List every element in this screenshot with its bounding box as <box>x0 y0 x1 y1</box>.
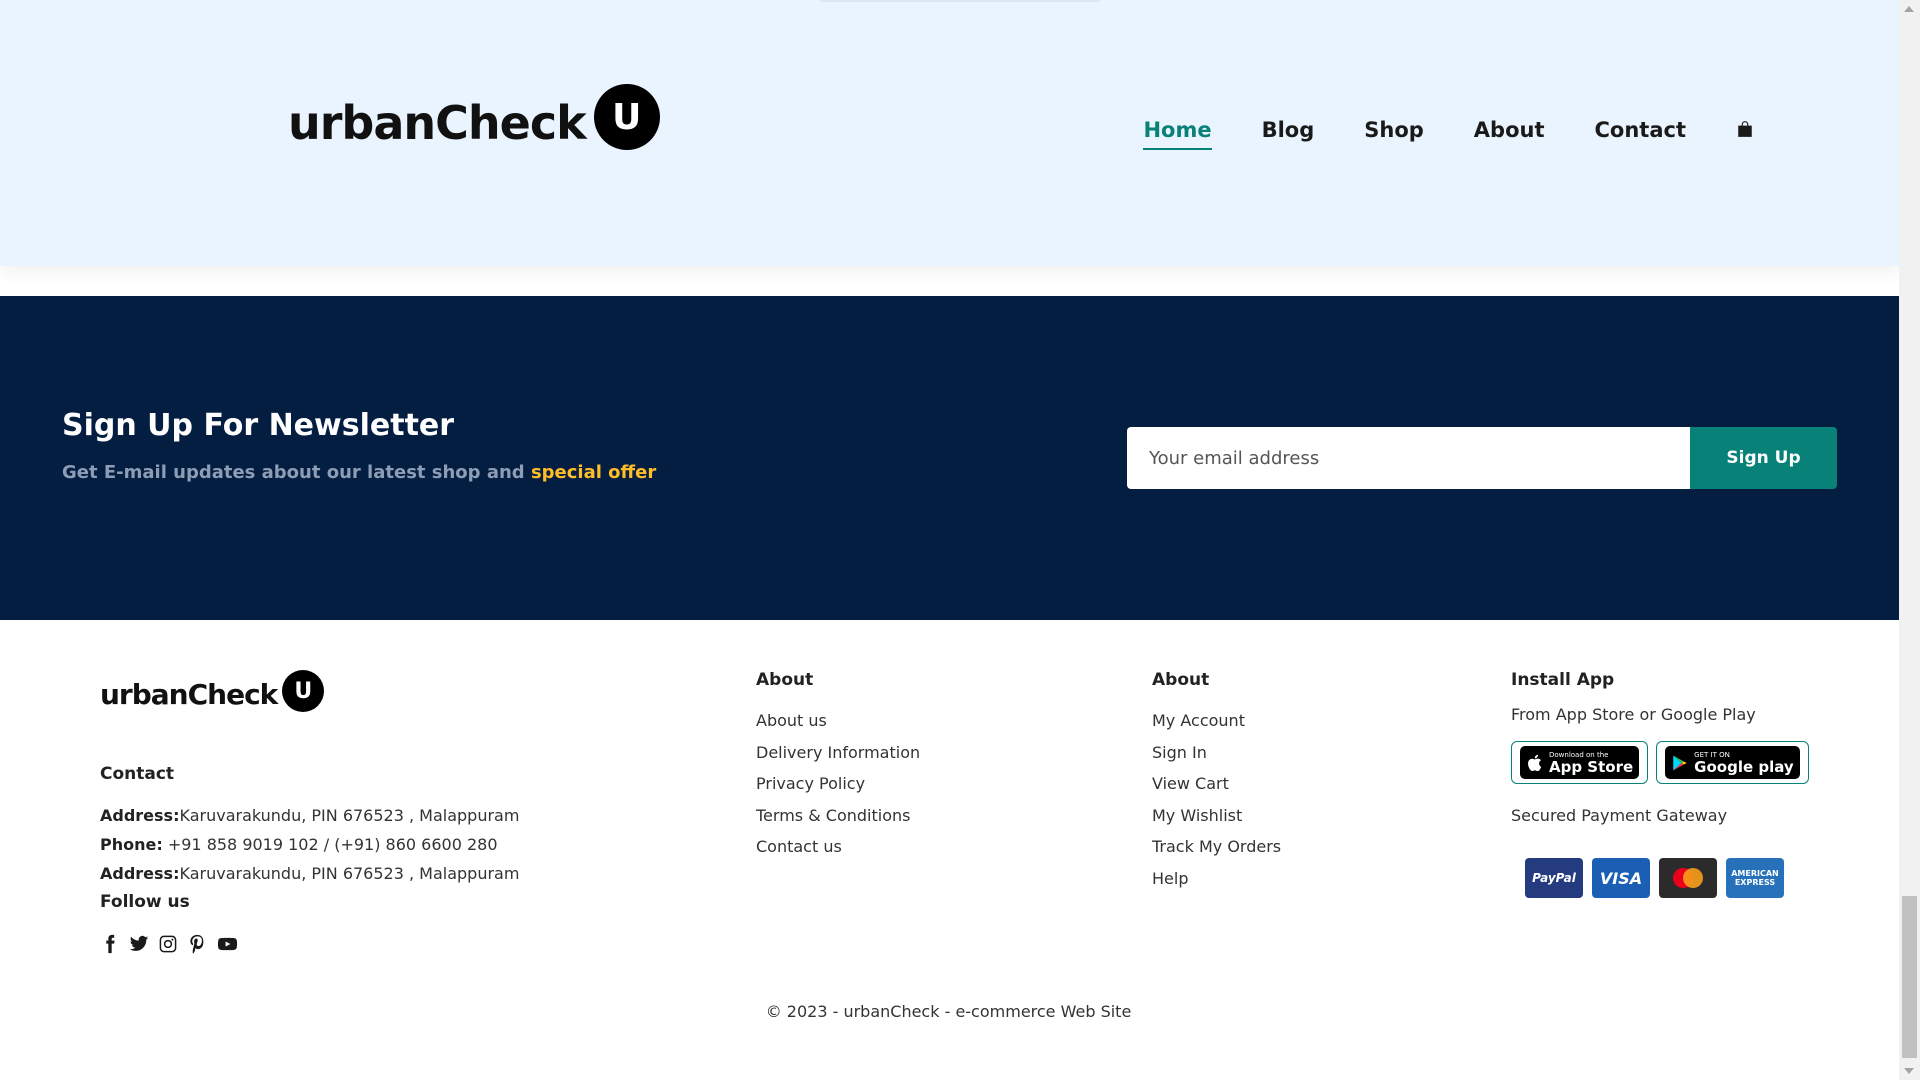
sign-up-button[interactable]: Sign Up <box>1690 427 1837 489</box>
address-line: Address:Karuvarakundu, PIN 676523 , Mala… <box>100 801 519 830</box>
address-line-2: Address:Karuvarakundu, PIN 676523 , Mala… <box>100 859 519 888</box>
footer-logo-text: urbanCheck <box>100 677 278 711</box>
scrollbar-thumb[interactable] <box>1902 896 1917 1058</box>
link-track-my-orders[interactable]: Track My Orders <box>1152 831 1281 863</box>
phone-value: +91 858 9019 102 / (+91) 860 6600 280 <box>162 835 498 854</box>
nav-home[interactable]: Home <box>1143 118 1212 150</box>
amex-logo: AMERICAN EXPRESS <box>1726 858 1784 898</box>
newsletter-form: Sign Up <box>1127 427 1837 489</box>
social-links <box>100 934 519 954</box>
payment-methods: PayPal VISA AMERICAN EXPRESS <box>1525 858 1817 898</box>
app-store-badge[interactable]: Download on the App Store <box>1511 741 1649 784</box>
google-play-badge[interactable]: GET IT ON Google play <box>1656 741 1809 784</box>
site-header: urbanCheck U Home Blog Shop About Contac… <box>0 0 1899 266</box>
newsletter-subtitle-text: Get E-mail updates about our latest shop… <box>62 462 531 483</box>
nav-contact[interactable]: Contact <box>1595 118 1687 142</box>
shopping-bag-icon[interactable] <box>1736 120 1754 138</box>
link-delivery-information[interactable]: Delivery Information <box>756 737 920 769</box>
email-input[interactable] <box>1127 427 1690 489</box>
nav-blog[interactable]: Blog <box>1262 118 1315 142</box>
install-app-heading: Install App <box>1511 670 1615 690</box>
link-terms-conditions[interactable]: Terms & Conditions <box>756 800 920 832</box>
secured-payment-text: Secured Payment Gateway <box>1511 806 1728 825</box>
contact-block: Contact Address:Karuvarakundu, PIN 67652… <box>100 764 519 954</box>
account-heading: About <box>1152 670 1210 690</box>
paypal-logo: PayPal <box>1525 858 1583 898</box>
youtube-icon[interactable] <box>216 934 239 954</box>
newsletter-subtitle: Get E-mail updates about our latest shop… <box>62 462 656 483</box>
facebook-icon[interactable] <box>100 934 120 954</box>
newsletter-title: Sign Up For Newsletter <box>62 408 455 443</box>
link-my-wishlist[interactable]: My Wishlist <box>1152 800 1281 832</box>
site-logo[interactable]: urbanCheck U <box>288 84 660 150</box>
store-badges: Download on the App Store GET IT ON Goog… <box>1511 741 1817 784</box>
link-sign-in[interactable]: Sign In <box>1152 737 1281 769</box>
footer-logo[interactable]: urbanCheck U <box>100 670 325 712</box>
copyright-text: © 2023 - urbanCheck - e-commerce Web Sit… <box>0 1002 1899 1021</box>
twitter-icon[interactable] <box>129 934 149 954</box>
link-about-us[interactable]: About us <box>756 705 920 737</box>
page-scrollbar[interactable] <box>1899 0 1920 1080</box>
install-app-subtitle: From App Store or Google Play <box>1511 705 1756 724</box>
install-app-column: Install App From App Store or Google Pla… <box>1511 670 1817 898</box>
google-play-big-text: Google play <box>1694 757 1794 776</box>
account-column: About My Account Sign In View Cart My Wi… <box>1152 670 1281 894</box>
contact-heading: Contact <box>100 764 175 784</box>
link-help[interactable]: Help <box>1152 863 1281 895</box>
header-divider <box>820 0 1100 2</box>
nav-about[interactable]: About <box>1474 118 1545 142</box>
main-nav: Home Blog Shop About Contact <box>1093 118 1754 150</box>
about-heading: About <box>756 670 814 690</box>
address2-value: Karuvarakundu, PIN 676523 , Malappuram <box>179 864 520 883</box>
link-privacy-policy[interactable]: Privacy Policy <box>756 768 920 800</box>
scroll-up-arrow-icon[interactable] <box>1904 6 1914 12</box>
site-footer: urbanCheck U Contact Address:Karuvarakun… <box>0 620 1899 1080</box>
nav-shop[interactable]: Shop <box>1364 118 1424 142</box>
link-contact-us[interactable]: Contact us <box>756 831 920 863</box>
address-value: Karuvarakundu, PIN 676523 , Malappuram <box>179 806 520 825</box>
google-play-icon <box>1673 755 1687 770</box>
instagram-icon[interactable] <box>158 934 178 954</box>
special-offer-highlight: special offer <box>530 462 657 483</box>
phone-label: Phone: <box>100 835 163 854</box>
footer-logo-badge: U <box>282 670 325 712</box>
copyright-value: © 2023 - urbanCheck - e-commerce Web Sit… <box>765 1002 1132 1021</box>
address2-label: Address: <box>100 864 180 883</box>
pinterest-icon[interactable] <box>187 934 207 954</box>
visa-logo: VISA <box>1592 858 1650 898</box>
app-store-big-text: App Store <box>1549 757 1634 776</box>
address-label: Address: <box>100 806 180 825</box>
link-my-account[interactable]: My Account <box>1152 705 1281 737</box>
link-view-cart[interactable]: View Cart <box>1152 768 1281 800</box>
newsletter-section: Sign Up For Newsletter Get E-mail update… <box>0 296 1899 620</box>
scroll-down-arrow-icon[interactable] <box>1904 1068 1914 1074</box>
follow-heading: Follow us <box>100 892 190 912</box>
logo-badge: U <box>593 84 660 150</box>
logo-text: urbanCheck <box>288 96 587 150</box>
about-column: About About us Delivery Information Priv… <box>756 670 920 863</box>
mastercard-logo <box>1659 858 1717 898</box>
apple-icon <box>1528 754 1542 771</box>
phone-line: Phone: +91 858 9019 102 / (+91) 860 6600… <box>100 830 519 859</box>
